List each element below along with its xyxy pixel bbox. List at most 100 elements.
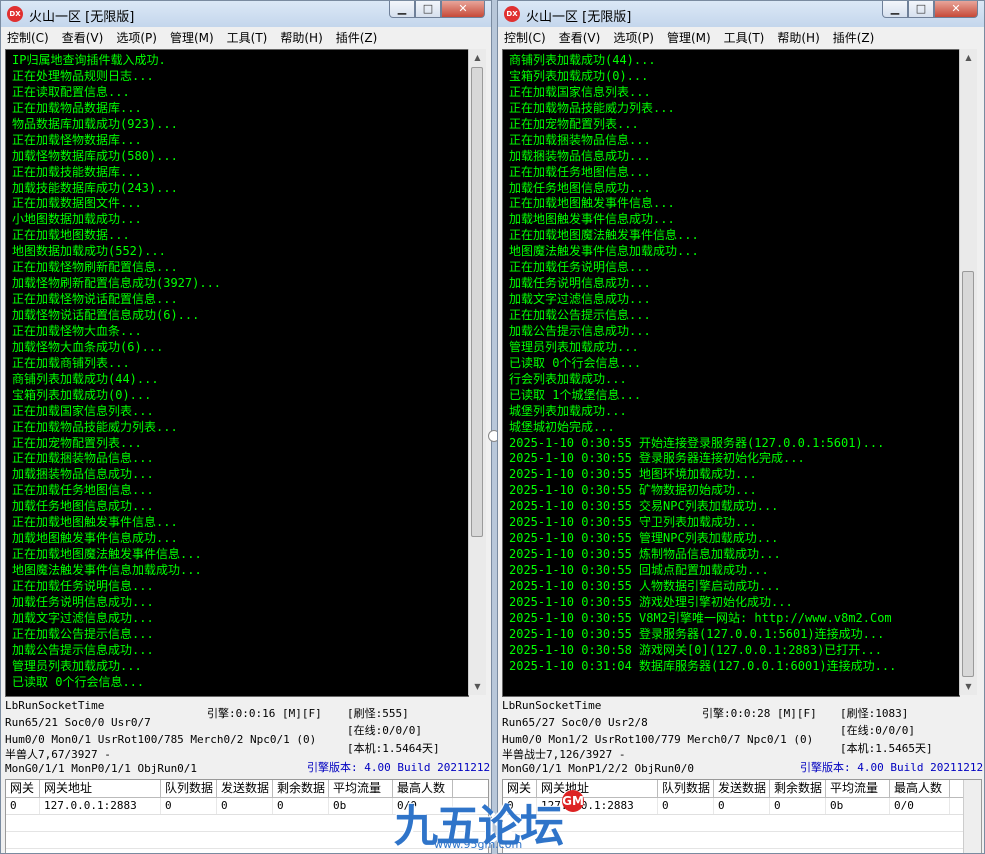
menu-tools[interactable]: 工具(T) (227, 28, 268, 48)
log-line: 正在加载物品技能威力列表... (509, 100, 675, 115)
log-line: 正在加载怪物数据库... (12, 132, 142, 147)
minimize-button[interactable]: ▁ (389, 1, 415, 18)
log-line: 正在加载商铺列表... (12, 355, 130, 370)
col-gateway[interactable]: 网关 (6, 780, 40, 797)
menu-options[interactable]: 选项(P) (613, 28, 654, 48)
cell-avg-flow: 0b (826, 798, 890, 814)
log-line: 正在加载地图触发事件信息... (509, 196, 675, 211)
log-line: 正在处理物品规则日志... (12, 68, 154, 83)
log-line: 地图魔法触发事件信息加载成功... (509, 244, 699, 259)
hum-stats: Hum0/0 Mon0/1 UsrRot100/785 Merch0/2 Npc… (5, 733, 317, 746)
menu-help[interactable]: 帮助(H) (777, 28, 819, 48)
server-window-left: DX 火山一区 [无限版] ▁ □ ✕ 控制(C) 查看(V) 选项(P) 管理… (0, 0, 492, 854)
close-button[interactable]: ✕ (934, 1, 978, 18)
col-avg-flow[interactable]: 平均流量 (329, 780, 393, 797)
maximize-button[interactable]: □ (908, 1, 934, 18)
table-scrollbar[interactable] (963, 780, 981, 853)
cell-sent: 0 (217, 798, 273, 814)
scroll-up-arrow-icon[interactable]: ▲ (960, 49, 977, 66)
menu-view[interactable]: 查看(V) (62, 28, 104, 48)
menu-options[interactable]: 选项(P) (116, 28, 157, 48)
watermark-url: www.95gm.com (434, 838, 523, 851)
menu-plugins[interactable]: 插件(Z) (336, 28, 378, 48)
log-line: 2025-1-10 0:30:55 人物数据引擎启动成功... (509, 578, 781, 593)
log-line: 加载技能数据库成功(243)... (12, 180, 178, 195)
col-queue[interactable]: 队列数据 (658, 780, 714, 797)
minimize-button[interactable]: ▁ (882, 1, 908, 18)
col-sent[interactable]: 发送数据 (714, 780, 770, 797)
log-line: 加载任务说明信息成功... (12, 594, 154, 609)
cell-avg-flow: 0b (329, 798, 393, 814)
log-line: 正在加载怪物刷新配置信息... (12, 260, 178, 275)
refresh-count: [刷怪:1083] (840, 707, 909, 720)
menu-tools[interactable]: 工具(T) (724, 28, 765, 48)
log-line: 2025-1-10 0:30:55 交易NPC列表加载成功... (509, 499, 779, 514)
title-bar[interactable]: DX 火山一区 [无限版] ▁ □ ✕ (498, 1, 984, 27)
log-line: 正在加载怪物说话配置信息... (12, 292, 178, 307)
cell-address: 127.0.0.1:2883 (40, 798, 161, 814)
log-line: 2025-1-10 0:30:55 游戏处理引擎初始化成功... (509, 594, 793, 609)
log-line: 正在加载任务说明信息... (509, 260, 651, 275)
menu-help[interactable]: 帮助(H) (280, 28, 322, 48)
menu-manage[interactable]: 管理(M) (170, 28, 214, 48)
log-line: 行会列表加载成功... (509, 371, 627, 386)
log-line: 已读取 0个行会信息... (509, 355, 642, 370)
app-icon: DX (7, 6, 23, 22)
log-line: 正在加载地图魔法触发事件信息... (509, 228, 699, 243)
log-line: 2025-1-10 0:30:55 登录服务器(127.0.0.1:5601)连… (509, 626, 885, 641)
col-remaining[interactable]: 剩余数据 (770, 780, 826, 797)
scroll-up-arrow-icon[interactable]: ▲ (469, 49, 486, 66)
log-line: 加载文字过滤信息成功... (509, 292, 651, 307)
hum-stats: Hum0/0 Mon1/2 UsrRot100/779 Merch0/7 Npc… (502, 733, 814, 746)
mon-stats: MonG0/1/1 MonP0/1/1 ObjRun0/1 (5, 762, 198, 775)
scroll-down-arrow-icon[interactable]: ▼ (960, 678, 977, 695)
log-line: 正在加载任务说明信息... (12, 578, 154, 593)
cell-queue: 0 (658, 798, 714, 814)
log-line: 2025-1-10 0:30:58 游戏网关[0](127.0.0.1:2883… (509, 642, 882, 657)
menu-plugins[interactable]: 插件(Z) (833, 28, 875, 48)
log-console[interactable]: 商铺列表加载成功(44)... 宝箱列表加载成功(0)... 正在加载国家信息列表.… (502, 49, 960, 697)
watermark-logo: 九五论坛 GM www.95gm.com (394, 790, 594, 854)
log-line: 2025-1-10 0:30:55 管理NPC列表加载成功... (509, 531, 779, 546)
log-line: 地图魔法触发事件信息加载成功... (12, 563, 202, 577)
col-sent[interactable]: 发送数据 (217, 780, 273, 797)
log-console[interactable]: IP归属地查询插件载入成功. 正在处理物品规则日志... 正在读取配置信息... 正在… (5, 49, 469, 697)
log-scrollbar[interactable]: ▲ ▼ (468, 49, 486, 695)
log-line: 2025-1-10 0:30:55 回城点配置加载成功... (509, 563, 769, 577)
title-bar[interactable]: DX 火山一区 [无限版] ▁ □ ✕ (1, 1, 491, 27)
scroll-thumb[interactable] (962, 271, 974, 677)
log-line: 正在加载地图触发事件信息... (12, 515, 178, 530)
uptime: [本机:1.5465天] (840, 742, 933, 755)
maximize-button[interactable]: □ (415, 1, 441, 18)
log-line: 正在加载国家信息列表... (509, 84, 651, 99)
col-remaining[interactable]: 剩余数据 (273, 780, 329, 797)
menu-manage[interactable]: 管理(M) (667, 28, 711, 48)
cell-sent: 0 (714, 798, 770, 814)
menu-control[interactable]: 控制(C) (7, 28, 49, 48)
log-line: 加载地图触发事件信息成功... (12, 531, 178, 546)
scroll-down-arrow-icon[interactable]: ▼ (469, 678, 486, 695)
col-queue[interactable]: 队列数据 (161, 780, 217, 797)
menu-view[interactable]: 查看(V) (559, 28, 601, 48)
refresh-count: [刷怪:555] (347, 707, 409, 720)
log-line: 正在加载捆装物品信息... (12, 451, 154, 466)
window-title: 火山一区 [无限版] (29, 10, 135, 25)
log-line: 商铺列表加载成功(44)... (12, 371, 159, 386)
log-line: 正在加载公告提示信息... (12, 626, 154, 641)
log-line: 正在加载地图数据... (12, 228, 130, 243)
log-line: 加载任务说明信息成功... (509, 276, 651, 291)
scroll-thumb[interactable] (471, 67, 483, 537)
menu-control[interactable]: 控制(C) (504, 28, 546, 48)
online-count: [在线:0/0/0] (347, 724, 422, 737)
log-line: 正在加载公告提示信息... (509, 308, 651, 322)
col-address[interactable]: 网关地址 (40, 780, 161, 797)
col-max-users[interactable]: 最高人数 (890, 780, 950, 797)
log-line: 加载怪物大血条成功(6)... (12, 339, 164, 354)
log-line: 加载文字过滤信息成功... (12, 610, 154, 625)
close-button[interactable]: ✕ (441, 1, 485, 18)
col-avg-flow[interactable]: 平均流量 (826, 780, 890, 797)
menu-bar: 控制(C) 查看(V) 选项(P) 管理(M) 工具(T) 帮助(H) 插件(Z… (1, 28, 491, 48)
log-scrollbar[interactable]: ▲ ▼ (959, 49, 977, 695)
log-line: 小地图数据加载成功... (12, 212, 142, 227)
log-line: 已读取 1个城堡信息... (509, 387, 642, 402)
